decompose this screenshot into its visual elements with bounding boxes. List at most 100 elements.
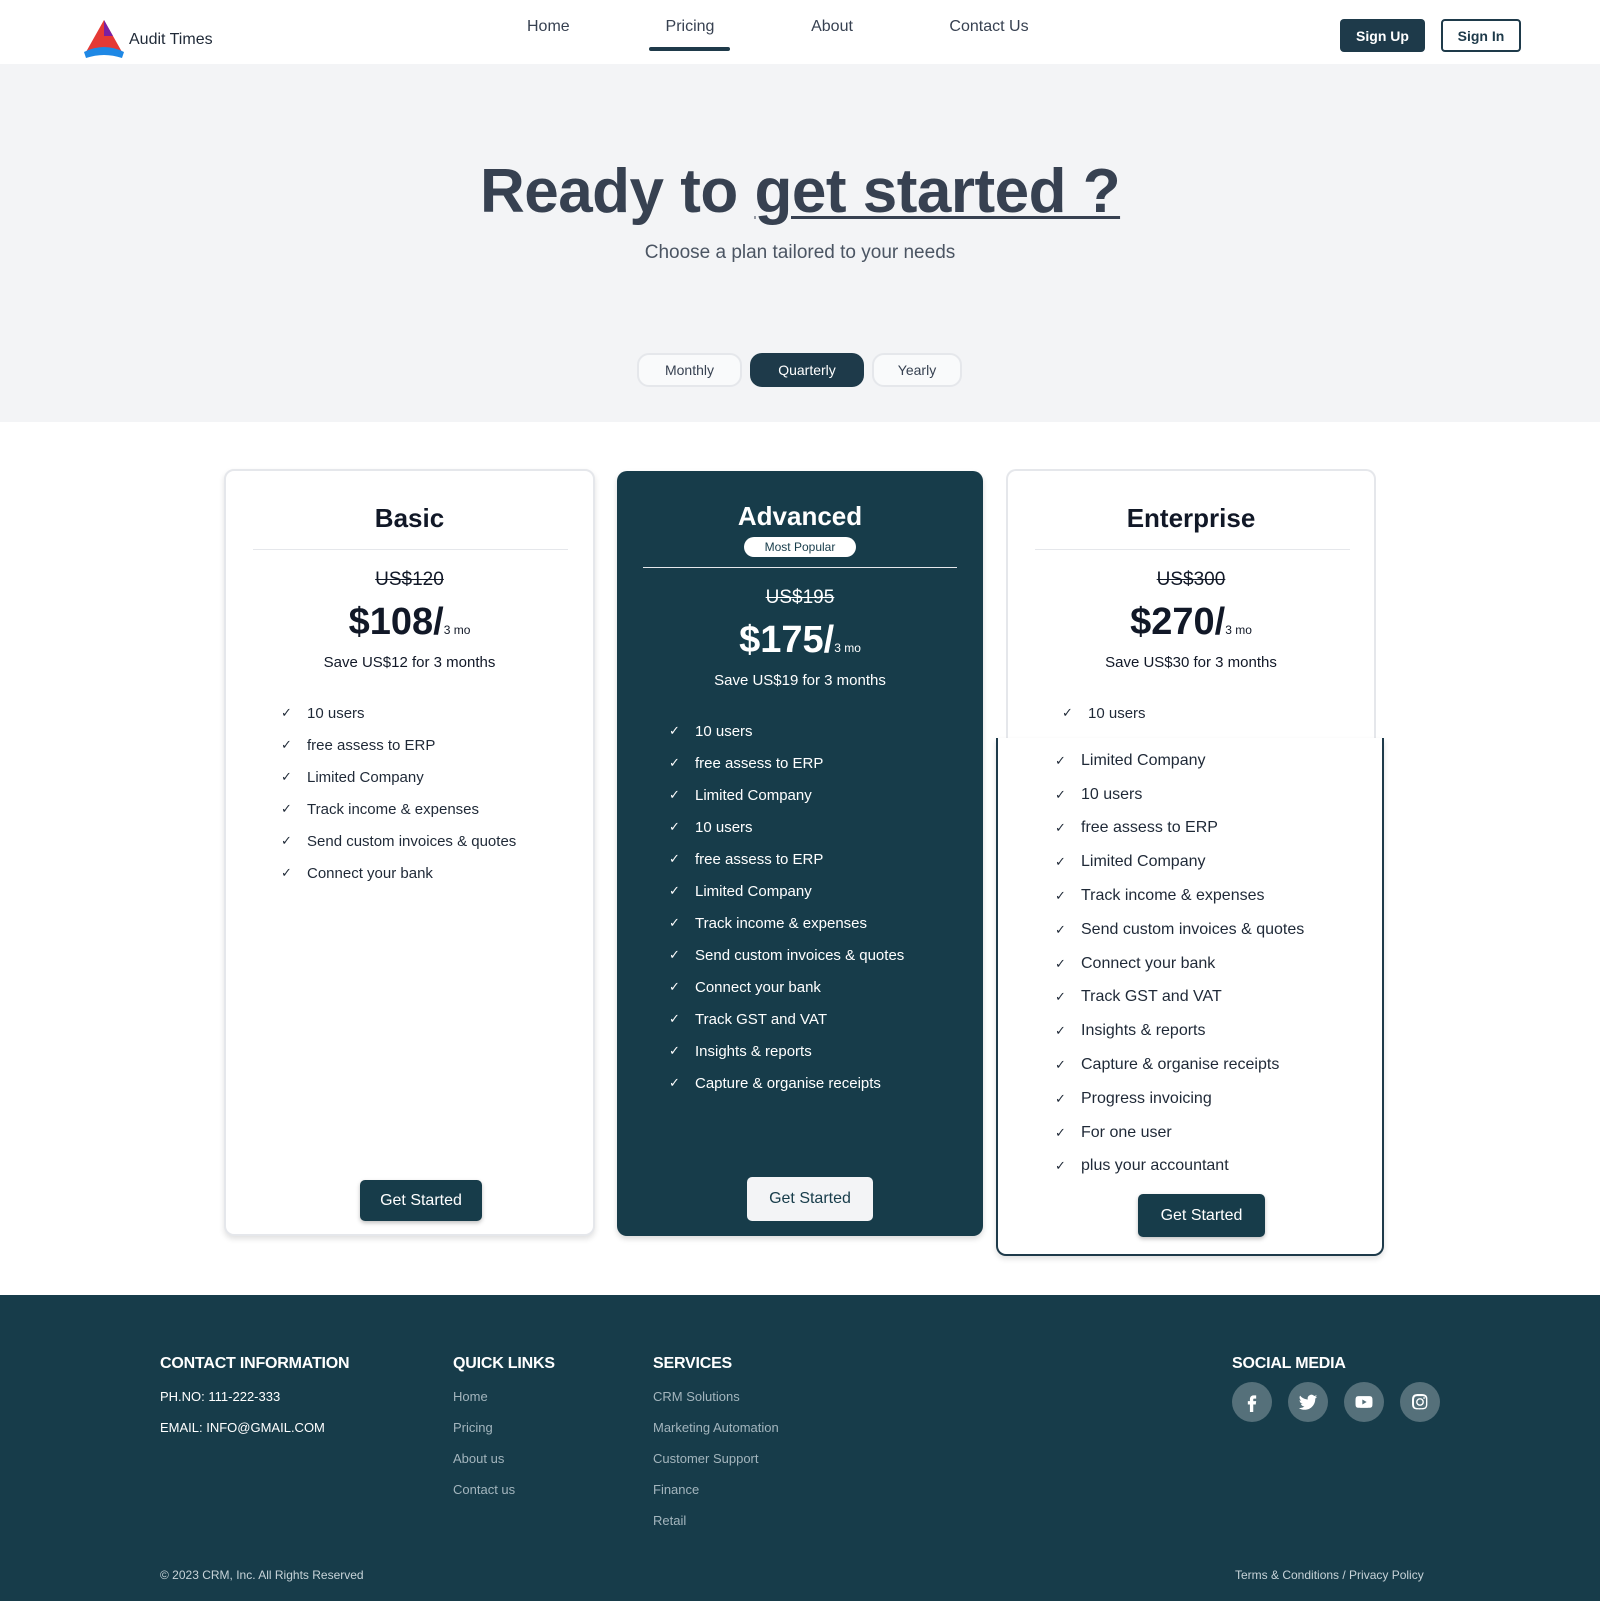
price-period: 3 mo xyxy=(834,641,861,655)
check-icon: ✓ xyxy=(669,947,680,962)
feature-label: Limited Company xyxy=(307,768,424,786)
check-icon: ✓ xyxy=(1055,1158,1066,1174)
service-link-support[interactable]: Customer Support xyxy=(653,1451,759,1466)
price-amount: $108/ xyxy=(348,601,444,643)
get-started-button[interactable]: Get Started xyxy=(1138,1194,1265,1237)
feature-item: ✓ Limited Company xyxy=(669,875,904,907)
feature-item: ✓ 10 users xyxy=(281,697,516,729)
feature-item: ✓ Limited Company xyxy=(1055,744,1304,778)
price-period: 3 mo xyxy=(1225,623,1252,637)
feature-label: Send custom invoices & quotes xyxy=(695,946,905,964)
check-icon: ✓ xyxy=(669,851,680,866)
feature-item: ✓ Send custom invoices & quotes xyxy=(1055,913,1304,947)
footer-link-about[interactable]: About us xyxy=(453,1451,504,1466)
get-started-button[interactable]: Get Started xyxy=(360,1180,482,1221)
billing-quarterly-toggle[interactable]: Quarterly xyxy=(750,353,864,387)
feature-item: ✓ Limited Company xyxy=(281,761,516,793)
check-icon: ✓ xyxy=(1055,854,1066,870)
footer-link-home[interactable]: Home xyxy=(453,1389,488,1404)
instagram-icon[interactable] xyxy=(1400,1382,1440,1422)
feature-item: ✓ Connect your bank xyxy=(669,971,904,1003)
legal-links[interactable]: Terms & Conditions / Privacy Policy xyxy=(1235,1568,1424,1582)
check-icon: ✓ xyxy=(1055,921,1066,937)
check-icon: ✓ xyxy=(669,819,680,834)
feature-label: 10 users xyxy=(1081,785,1143,803)
feature-label: Limited Company xyxy=(695,882,812,900)
feature-item: ✓ free assess to ERP xyxy=(669,843,904,875)
youtube-icon[interactable] xyxy=(1344,1382,1384,1422)
check-icon: ✓ xyxy=(281,769,292,784)
social-heading: SOCIAL MEDIA xyxy=(1232,1355,1346,1372)
plan-card-advanced: Advanced Most Popular US$195 $175/3 mo S… xyxy=(617,471,983,1236)
feature-item: ✓ 10 users xyxy=(1055,778,1304,812)
price-amount: $270/ xyxy=(1130,601,1226,643)
feature-label: Insights & reports xyxy=(1081,1022,1206,1040)
feature-item: ✓ Insights & reports xyxy=(669,1035,904,1067)
nav-about[interactable]: About xyxy=(810,18,854,36)
check-icon: ✓ xyxy=(669,1011,680,1026)
nav-pricing[interactable]: Pricing xyxy=(665,18,715,36)
feature-label: free assess to ERP xyxy=(695,850,824,868)
feature-label: free assess to ERP xyxy=(695,754,824,772)
feature-label: Track GST and VAT xyxy=(1081,988,1222,1006)
feature-item: ✓ 10 users xyxy=(669,811,904,843)
copyright-text: © 2023 CRM, Inc. All Rights Reserved xyxy=(160,1568,364,1582)
feature-label: Limited Company xyxy=(1081,853,1206,871)
twitter-icon[interactable] xyxy=(1288,1382,1328,1422)
feature-item: ✓ Progress invoicing xyxy=(1055,1082,1304,1116)
feature-label: 10 users xyxy=(695,818,753,836)
feature-item: ✓ Capture & organise receipts xyxy=(1055,1048,1304,1082)
check-icon: ✓ xyxy=(669,723,680,738)
nav-home[interactable]: Home xyxy=(527,18,570,36)
feature-label: Limited Company xyxy=(1081,751,1206,769)
feature-label: Track GST and VAT xyxy=(695,1010,827,1028)
service-link-marketing[interactable]: Marketing Automation xyxy=(653,1420,779,1435)
check-icon: ✓ xyxy=(1055,888,1066,904)
check-icon: ✓ xyxy=(1055,1057,1066,1073)
check-icon: ✓ xyxy=(669,915,680,930)
nav-contact[interactable]: Contact Us xyxy=(949,18,1029,36)
hero-section: Ready to get started ? Choose a plan tai… xyxy=(0,64,1600,422)
get-started-button[interactable]: Get Started xyxy=(747,1177,873,1221)
hero-title-underlined: get started ? xyxy=(754,157,1121,226)
service-link-crm[interactable]: CRM Solutions xyxy=(653,1389,740,1404)
card-divider xyxy=(1035,549,1350,550)
sign-up-button[interactable]: Sign Up xyxy=(1340,19,1425,52)
check-icon: ✓ xyxy=(669,755,680,770)
billing-yearly-toggle[interactable]: Yearly xyxy=(872,353,962,387)
check-icon: ✓ xyxy=(669,883,680,898)
sign-in-button[interactable]: Sign In xyxy=(1441,19,1521,52)
feature-item: ✓ Track GST and VAT xyxy=(669,1003,904,1035)
check-icon: ✓ xyxy=(1062,705,1073,720)
check-icon: ✓ xyxy=(281,737,292,752)
facebook-icon[interactable] xyxy=(1232,1382,1272,1422)
footer-link-pricing[interactable]: Pricing xyxy=(453,1420,493,1435)
feature-label: Send custom invoices & quotes xyxy=(1081,920,1305,938)
hero-title-plain: Ready to xyxy=(479,157,755,226)
footer-link-contact[interactable]: Contact us xyxy=(453,1482,515,1497)
check-icon: ✓ xyxy=(281,705,292,720)
feature-label: 10 users xyxy=(1088,704,1146,722)
service-link-retail[interactable]: Retail xyxy=(653,1513,686,1528)
plan-price: $175/3 mo xyxy=(617,619,983,662)
feature-label: plus your accountant xyxy=(1081,1157,1229,1175)
feature-item: ✓ Connect your bank xyxy=(1055,947,1304,981)
feature-label: Progress invoicing xyxy=(1081,1089,1212,1107)
feature-item: ✓ free assess to ERP xyxy=(281,729,516,761)
feature-label: free assess to ERP xyxy=(1081,819,1218,837)
feature-list: ✓ 10 users ✓ free assess to ERP ✓ Limited Com… xyxy=(669,715,904,1099)
most-popular-badge: Most Popular xyxy=(744,537,856,557)
billing-monthly-toggle[interactable]: Monthly xyxy=(637,353,742,387)
feature-item: ✓ Track income & expenses xyxy=(1055,879,1304,913)
plan-card-basic: Basic US$120 $108/3 mo Save US$12 for 3 … xyxy=(224,469,595,1236)
feature-label: 10 users xyxy=(695,722,753,740)
service-link-finance[interactable]: Finance xyxy=(653,1482,699,1497)
plan-price: $108/3 mo xyxy=(226,601,593,644)
site-footer: CONTACT INFORMATION PH.NO: 111-222-333 E… xyxy=(0,1295,1600,1601)
contact-heading: CONTACT INFORMATION xyxy=(160,1355,350,1372)
card-divider xyxy=(643,567,957,568)
contact-email[interactable]: EMAIL: INFO@GMAIL.COM xyxy=(160,1420,325,1435)
feature-label: Track income & expenses xyxy=(1081,887,1265,905)
feature-list: ✓ Limited Company ✓ 10 users ✓ free assess to… xyxy=(1055,744,1304,1183)
old-price: US$120 xyxy=(375,569,444,590)
